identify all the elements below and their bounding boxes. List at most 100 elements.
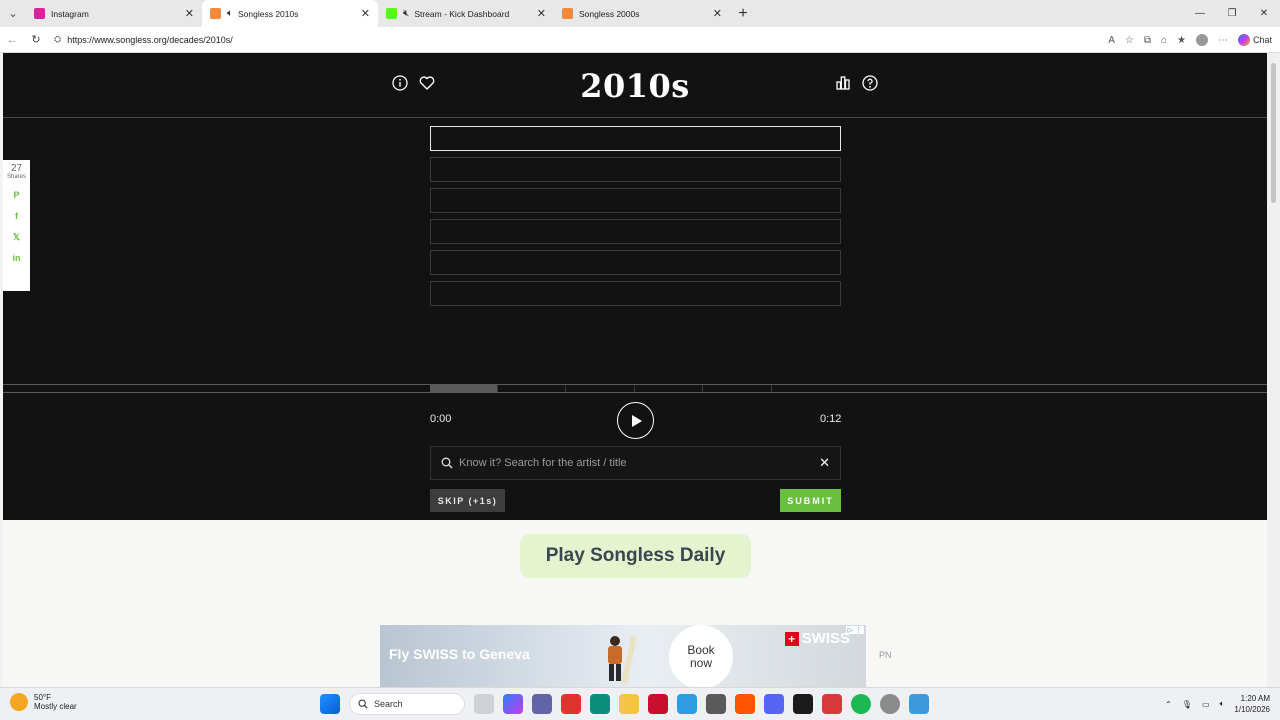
profile-avatar-icon[interactable]	[1195, 34, 1208, 46]
progress-segment	[703, 385, 772, 392]
swiss-cross-icon: +	[784, 631, 799, 646]
tab-songless-2010s[interactable]: 🔈︎ Songless 2010s ✕	[202, 0, 378, 27]
back-icon[interactable]: ←	[0, 34, 24, 46]
minimize-icon[interactable]: —	[1184, 0, 1216, 27]
more-options-icon[interactable]: ⋯	[1218, 35, 1228, 46]
tab-songless-2000s[interactable]: Songless 2000s ✕	[554, 0, 730, 27]
page-title: 2010s	[580, 67, 690, 105]
play-songless-daily-link[interactable]: Play Songless Daily	[520, 534, 751, 578]
read-aloud-icon[interactable]: A	[1108, 35, 1115, 46]
start-icon[interactable]	[320, 694, 340, 714]
spotify-icon[interactable]	[851, 694, 871, 714]
volume-icon[interactable]: 🔈︎	[1220, 699, 1225, 709]
close-tab-icon[interactable]: ✕	[361, 7, 370, 20]
tab-actions-menu-icon[interactable]: ⌄	[0, 0, 26, 27]
url-field[interactable]: ⛭ https://www.songless.org/decades/2010s…	[54, 34, 233, 45]
favorite-star-icon[interactable]: ☆	[1125, 35, 1134, 46]
url-text: https://www.songless.org/decades/2010s/	[67, 34, 233, 45]
refresh-icon[interactable]: ↻	[24, 33, 48, 46]
chat-label: Chat	[1252, 35, 1272, 45]
taskbar-search[interactable]: Search	[349, 693, 465, 715]
game-panel: 2010s 0:00 0:12 Know it? Search for the …	[3, 53, 1267, 520]
copilot-icon[interactable]	[503, 694, 523, 714]
guess-slot-4	[430, 219, 841, 244]
clock[interactable]: 1:20 AM 1/10/2026	[1234, 693, 1270, 715]
new-tab-button[interactable]: +	[730, 5, 756, 23]
help-icon[interactable]	[862, 75, 878, 91]
taskbar-apps: Search	[320, 693, 929, 715]
x-icon[interactable]: 𝕏	[11, 231, 23, 243]
play-button[interactable]	[617, 402, 654, 439]
songless-favicon-icon	[210, 8, 221, 19]
microphone-icon[interactable]: 🎙︎	[1182, 700, 1192, 709]
copilot-chat-button[interactable]: Chat	[1237, 34, 1272, 46]
favorites-icon[interactable]: ★	[1177, 35, 1186, 46]
store-icon[interactable]	[706, 694, 726, 714]
weather-widget[interactable]: 50°F Mostly clear	[10, 693, 77, 711]
network-icon[interactable]: ▭	[1202, 700, 1210, 709]
browser-toolbar: A ☆ ⧉ ⌂ ★ ⋯ Chat	[1108, 27, 1272, 53]
stats-icon[interactable]	[835, 75, 851, 91]
obs-icon[interactable]	[822, 694, 842, 714]
soundcloud-icon[interactable]	[735, 694, 755, 714]
system-tray: ⌃ 🎙︎ ▭ 🔈︎ 1:20 AM 1/10/2026	[1165, 693, 1270, 715]
discord-icon[interactable]	[764, 694, 784, 714]
teams-icon[interactable]	[532, 694, 552, 714]
weather-condition: Mostly clear	[34, 702, 77, 711]
speaker-icon[interactable]: 🔈︎	[227, 8, 233, 19]
ad-label: PN	[879, 650, 892, 660]
progress-segment	[498, 385, 566, 392]
skip-button[interactable]: SKIP (+1s)	[430, 489, 505, 512]
close-tab-icon[interactable]: ✕	[713, 7, 722, 20]
close-tab-icon[interactable]: ✕	[185, 7, 194, 20]
facebook-icon[interactable]: f	[11, 210, 23, 222]
linkedin-icon[interactable]: in	[11, 252, 23, 264]
site-info-icon[interactable]: ⛭	[54, 34, 61, 45]
tab-instagram[interactable]: Instagram ✕	[26, 0, 202, 27]
clock-time: 1:20 AM	[1240, 694, 1270, 703]
book-line-1: Book	[687, 643, 715, 657]
file-explorer-icon[interactable]	[619, 694, 639, 714]
weather-icon	[10, 693, 28, 711]
guess-slot-1	[430, 126, 841, 151]
split-screen-icon[interactable]: ⌂	[1161, 35, 1167, 46]
scrollbar-thumb[interactable]	[1271, 63, 1276, 203]
notepad-icon[interactable]	[909, 694, 929, 714]
settings-icon[interactable]	[880, 694, 900, 714]
time-total: 0:12	[820, 413, 842, 425]
song-search-box: ✕	[430, 446, 841, 480]
muted-speaker-icon[interactable]: 🔇︎	[403, 8, 409, 19]
share-label: Shares	[6, 174, 26, 180]
book-now-button[interactable]: Book now	[669, 625, 733, 687]
taskbar-search-label: Search	[374, 699, 403, 709]
skier-image	[608, 635, 637, 685]
playback-progress-bar	[3, 384, 1267, 393]
task-view-icon[interactable]	[474, 694, 494, 714]
progress-segment	[566, 385, 635, 392]
songless-favicon-icon	[562, 8, 573, 19]
extensions-icon[interactable]: ⧉	[1144, 35, 1151, 46]
ad-choices-icon[interactable]: ▷ ⋮	[845, 626, 864, 634]
advertisement-banner[interactable]: Fly SWISS to Geneva Book now + SWISS ▷ ⋮	[380, 625, 866, 687]
chrome-icon[interactable]	[677, 694, 697, 714]
copilot-icon	[1237, 34, 1250, 46]
edge-icon[interactable]	[590, 694, 610, 714]
app-icon[interactable]	[561, 694, 581, 714]
restore-icon[interactable]: ❐	[1216, 0, 1248, 27]
clock-date: 1/10/2026	[1234, 705, 1270, 714]
windows-taskbar: 50°F Mostly clear Search ⌃ 🎙︎ ▭ 🔈︎ 1:20	[0, 687, 1280, 720]
pinterest-icon[interactable]: P	[11, 189, 23, 201]
clear-search-icon[interactable]: ✕	[819, 455, 830, 471]
page-scrollbar[interactable]	[1267, 53, 1280, 687]
share-count: 27	[10, 163, 23, 174]
mcafee-icon[interactable]	[648, 694, 668, 714]
close-window-icon[interactable]: ✕	[1248, 0, 1280, 27]
submit-button[interactable]: SUBMIT	[780, 489, 841, 512]
song-search-input[interactable]	[459, 457, 820, 469]
progress-segment	[635, 385, 703, 392]
chevron-up-icon[interactable]: ⌃	[1165, 700, 1172, 709]
tab-kick-dashboard[interactable]: 🔇︎ Stream - Kick Dashboard ✕	[378, 0, 554, 27]
window-controls: — ❐ ✕	[1184, 0, 1280, 27]
terminal-icon[interactable]	[793, 694, 813, 714]
close-tab-icon[interactable]: ✕	[537, 7, 546, 20]
